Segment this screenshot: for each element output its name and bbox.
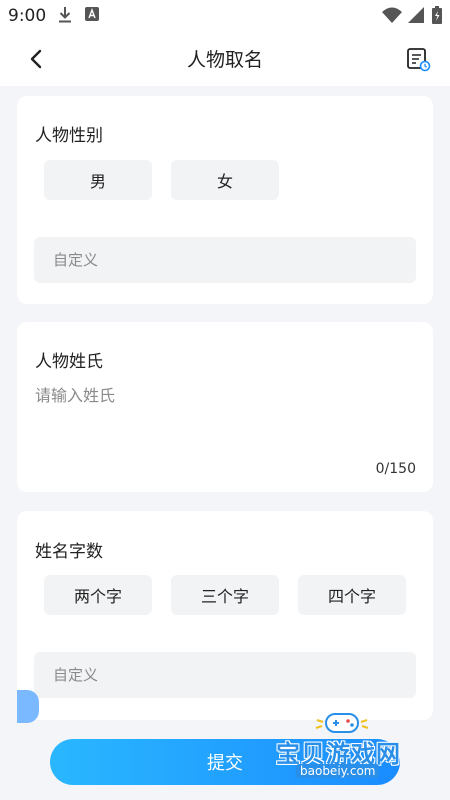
surname-char-count: 0/150: [375, 461, 416, 477]
history-list-icon: [407, 48, 431, 72]
status-bar: 9:00: [0, 0, 450, 32]
battery-icon: [432, 6, 442, 24]
name-length-title: 姓名字数: [35, 542, 103, 562]
name-length-custom-input[interactable]: [34, 652, 416, 698]
page-title: 人物取名: [186, 49, 263, 71]
surname-input[interactable]: [35, 382, 415, 472]
length-option-four[interactable]: 四个字: [298, 575, 406, 615]
cell-signal-icon: [408, 7, 424, 23]
gender-card: 人物性别 男 女: [17, 96, 433, 304]
gamepad-icon: [315, 713, 369, 733]
surname-title: 人物姓氏: [35, 352, 103, 372]
length-option-three[interactable]: 三个字: [171, 575, 279, 615]
gender-custom-input[interactable]: [34, 237, 416, 283]
gender-title: 人物性别: [35, 126, 103, 146]
status-time: 9:00: [8, 6, 47, 26]
watermark-domain: baobeiy.com: [296, 764, 380, 778]
wifi-icon: [382, 7, 402, 23]
length-option-two[interactable]: 两个字: [44, 575, 152, 615]
gender-option-female[interactable]: 女: [171, 160, 279, 200]
header: 人物取名: [0, 32, 450, 86]
history-button[interactable]: [404, 45, 432, 73]
surname-card: 人物姓氏 0/150: [17, 322, 433, 492]
download-icon: [59, 7, 71, 23]
gender-option-male[interactable]: 男: [44, 160, 152, 200]
app-notification-icon: [85, 7, 99, 21]
name-length-card: 姓名字数 两个字 三个字 四个字: [17, 511, 433, 720]
floating-side-handle[interactable]: [17, 690, 39, 723]
watermark-logo: 宝贝游戏网 baobeiy.com: [270, 700, 420, 790]
